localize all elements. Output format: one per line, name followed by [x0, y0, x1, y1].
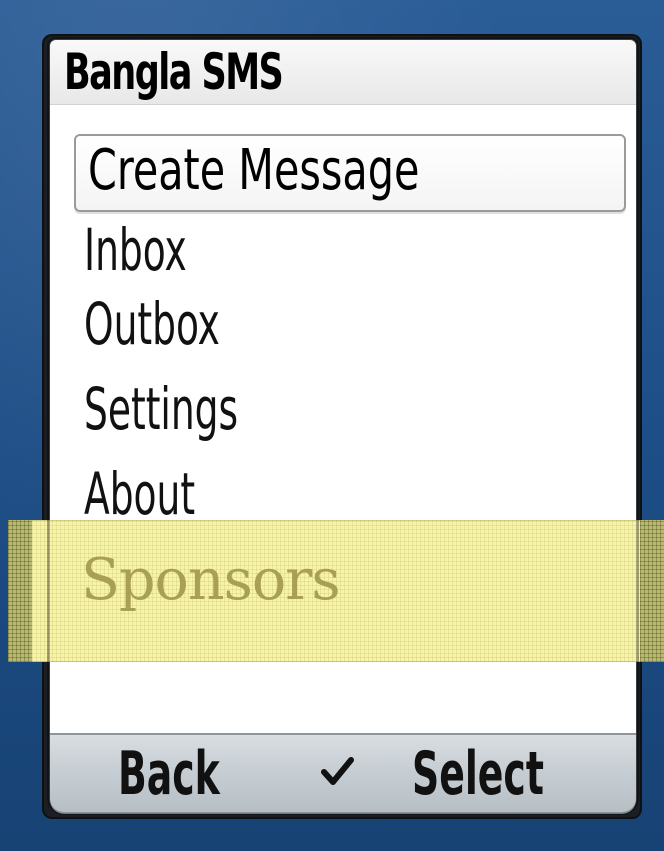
banner-right-edge: [640, 520, 664, 662]
checkmark-icon[interactable]: [321, 755, 354, 788]
softkey-bar: Back Select: [50, 733, 636, 814]
select-softkey[interactable]: Select: [412, 739, 544, 809]
menu-item-create-message[interactable]: Create Message: [74, 134, 626, 212]
sponsors-label: Sponsors: [81, 547, 341, 613]
menu-item-about[interactable]: About: [84, 460, 195, 528]
sponsors-banner[interactable]: Sponsors: [8, 520, 664, 662]
menu-item-settings[interactable]: Settings: [84, 375, 238, 443]
back-softkey[interactable]: Back: [118, 739, 220, 809]
menu-screen: Bangla SMS Create Message Inbox Outbox S…: [50, 40, 636, 812]
app-title: Bangla SMS: [64, 43, 284, 101]
menu-item-label: Create Message: [88, 138, 420, 203]
title-bar: Bangla SMS: [50, 40, 636, 105]
banner-left-edge: [8, 520, 32, 662]
menu-item-inbox[interactable]: Inbox: [84, 216, 187, 284]
menu-item-outbox[interactable]: Outbox: [84, 290, 220, 358]
